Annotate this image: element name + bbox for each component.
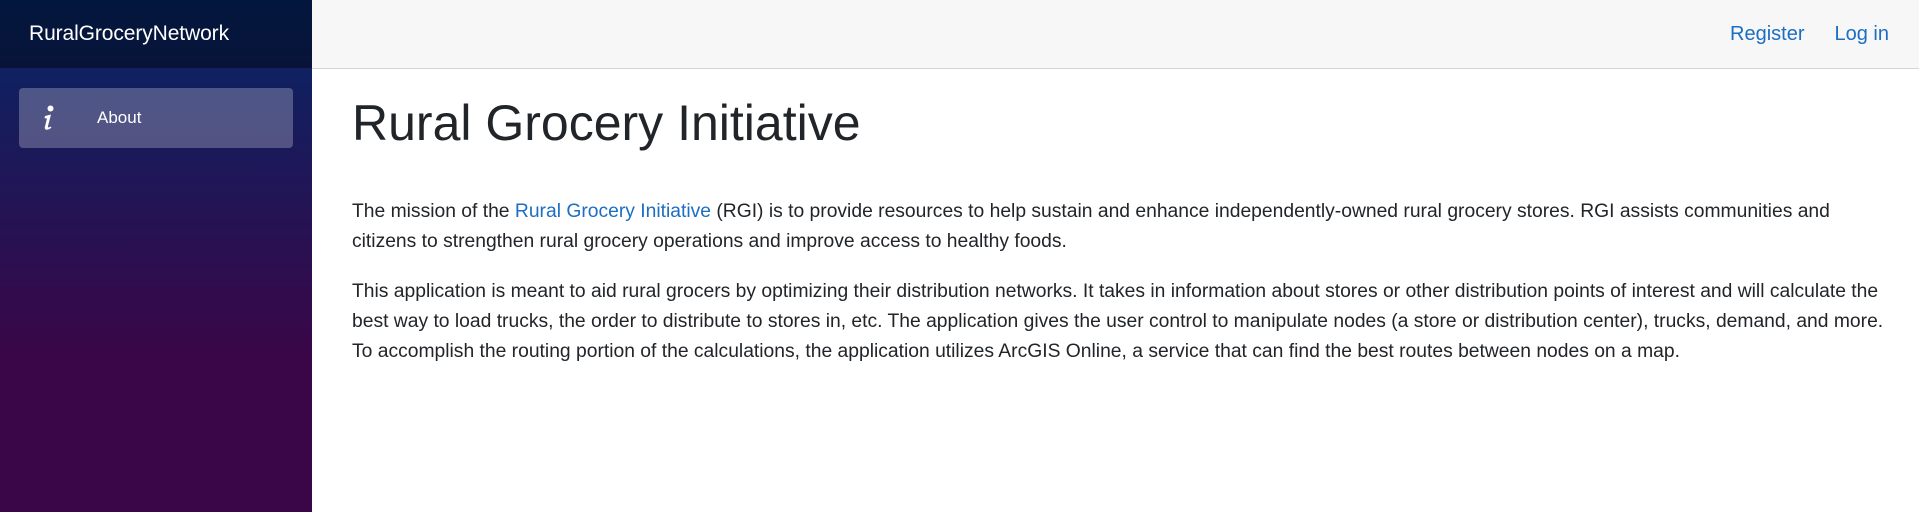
main-area: Register Log in Rural Grocery Initiative…: [312, 0, 1919, 512]
top-bar: Register Log in: [312, 0, 1919, 69]
sidebar: RuralGroceryNetwork About: [0, 0, 312, 512]
rgi-link[interactable]: Rural Grocery Initiative: [515, 201, 711, 222]
sidebar-header: RuralGroceryNetwork: [0, 0, 312, 68]
page-title: Rural Grocery Initiative: [352, 95, 861, 151]
sidebar-item-label: About: [97, 108, 142, 127]
brand-link[interactable]: RuralGroceryNetwork: [29, 22, 229, 46]
app-shell: RuralGroceryNetwork About Register Log i…: [0, 0, 1919, 512]
register-link[interactable]: Register: [1730, 23, 1804, 46]
intro-paragraph: The mission of the Rural Grocery Initiat…: [352, 197, 1889, 257]
sidebar-nav: About: [0, 68, 312, 148]
page-content: Rural Grocery Initiative The mission of …: [312, 69, 1919, 387]
intro-text-before: The mission of the: [352, 201, 515, 222]
sidebar-item-about[interactable]: About: [19, 88, 293, 148]
info-icon: [37, 104, 61, 132]
description-paragraph: This application is meant to aid rural g…: [352, 281, 1884, 362]
login-link[interactable]: Log in: [1835, 23, 1890, 46]
